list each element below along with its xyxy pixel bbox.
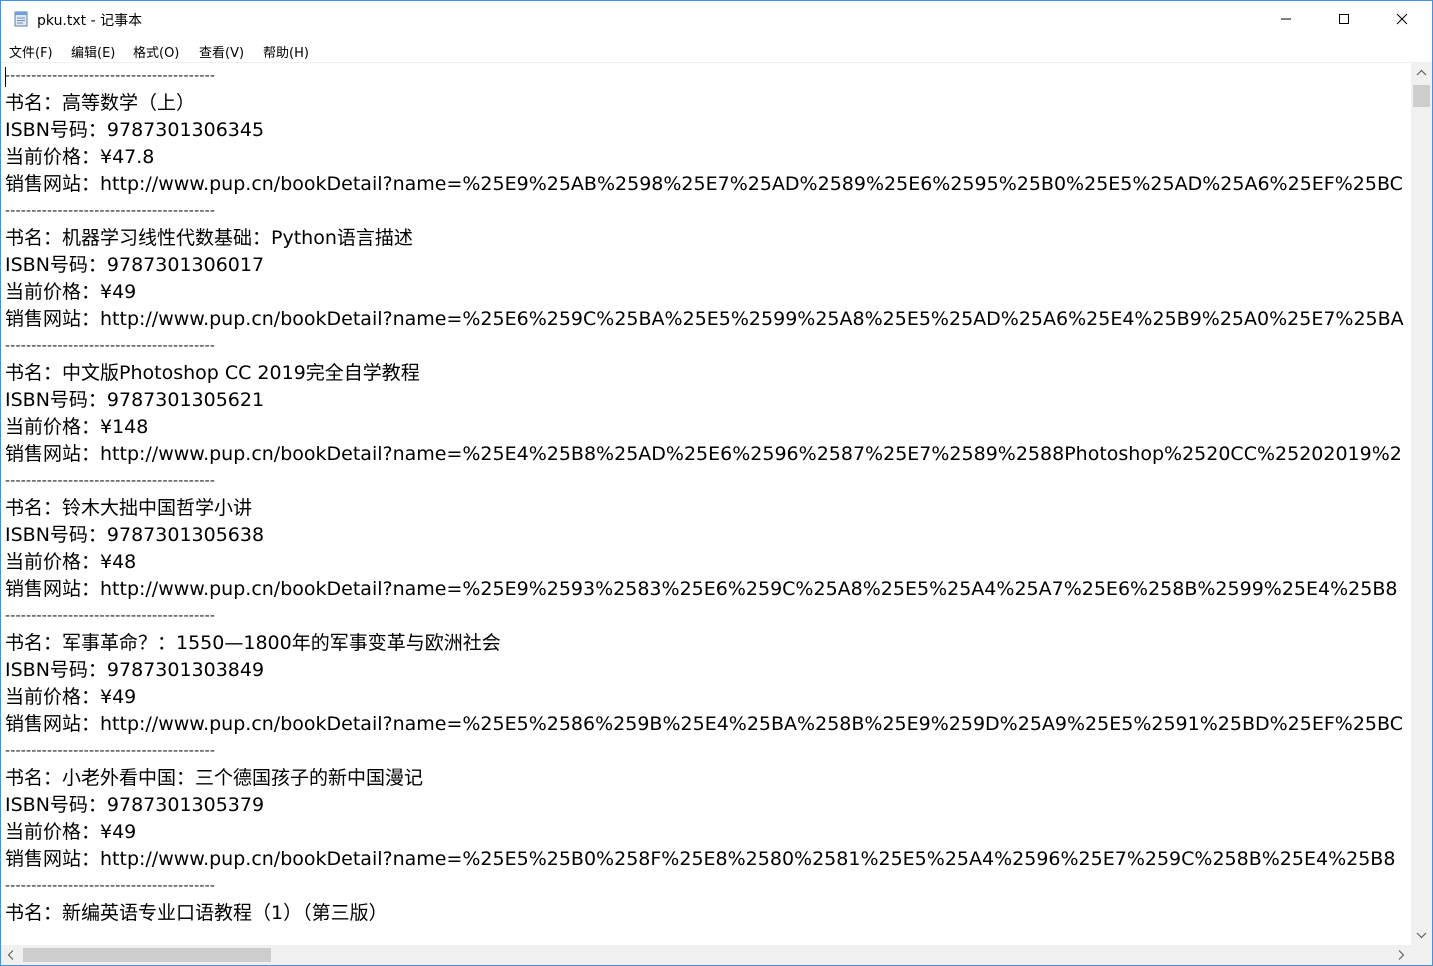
text-line: ISBN号码：9787301303849 — [5, 659, 265, 681]
text-line: 书名：新编英语专业口语教程（1）（第三版） — [5, 902, 388, 924]
text-editor[interactable]: ----------------------------------------… — [1, 63, 1411, 945]
menu-bar: 文件(F) 编辑(E) 格式(O) 查看(V) 帮助(H) — [1, 38, 1432, 63]
text-line: 书名：小老外看中国：三个德国孩子的新中国漫记 — [5, 767, 424, 789]
minimize-button[interactable] — [1258, 1, 1316, 37]
text-line: 销售网站：http://www.pup.cn/bookDetail?name=%… — [5, 443, 1402, 465]
text-line: ISBN号码：9787301306017 — [5, 254, 265, 276]
text-line: 书名：机器学习线性代数基础：Python语言描述 — [5, 227, 413, 249]
title-bar[interactable]: pku.txt - 记事本 — [1, 1, 1432, 37]
text-line: ISBN号码：9787301305621 — [5, 389, 265, 411]
text-line: ISBN号码：9787301305379 — [5, 794, 265, 816]
text-line: ISBN号码：9787301305638 — [5, 524, 265, 546]
menu-edit[interactable]: 编辑(E) — [71, 42, 115, 61]
text-line: ISBN号码：9787301306345 — [5, 119, 265, 141]
window-title: pku.txt - 记事本 — [37, 13, 143, 29]
chevron-down-icon — [1416, 932, 1427, 939]
text-line: 销售网站：http://www.pup.cn/bookDetail?name=%… — [5, 308, 1404, 330]
menu-view[interactable]: 查看(V) — [199, 42, 244, 61]
close-icon — [1396, 13, 1408, 25]
text-line: 书名：军事革命？：1550—1800年的军事变革与欧洲社会 — [5, 632, 501, 654]
text-line: 书名：铃木大拙中国哲学小讲 — [5, 497, 253, 519]
separator-line: ---------------------------------------- — [5, 203, 216, 219]
text-line: 销售网站：http://www.pup.cn/bookDetail?name=%… — [5, 848, 1396, 870]
text-line: 当前价格：¥49 — [5, 686, 137, 708]
vertical-scrollbar[interactable] — [1411, 63, 1432, 945]
separator-line: ---------------------------------------- — [5, 68, 216, 84]
separator-line: ---------------------------------------- — [5, 878, 216, 894]
horizontal-scroll-thumb[interactable] — [23, 948, 271, 962]
separator-line: ---------------------------------------- — [5, 338, 216, 354]
menu-help[interactable]: 帮助(H) — [263, 42, 309, 61]
scroll-left-button[interactable] — [1, 945, 21, 965]
scrollbar-corner — [1411, 945, 1432, 965]
document-text[interactable]: ----------------------------------------… — [5, 63, 1411, 927]
notepad-icon — [13, 11, 29, 27]
text-line: 当前价格：¥49 — [5, 281, 137, 303]
text-line: 销售网站：http://www.pup.cn/bookDetail?name=%… — [5, 173, 1403, 195]
separator-line: ---------------------------------------- — [5, 743, 216, 759]
maximize-icon — [1339, 14, 1349, 24]
text-line: 当前价格：¥148 — [5, 416, 149, 438]
notepad-window: pku.txt - 记事本 文件(F) 编辑(E) 格式(O) 查看(V) 帮助… — [0, 0, 1433, 966]
close-button[interactable] — [1374, 1, 1432, 37]
menu-format[interactable]: 格式(O) — [133, 42, 179, 61]
vertical-scroll-thumb[interactable] — [1413, 85, 1430, 107]
horizontal-scrollbar[interactable] — [1, 945, 1411, 965]
separator-line: ---------------------------------------- — [5, 608, 216, 624]
scroll-right-button[interactable] — [1391, 945, 1411, 965]
chevron-right-icon — [1398, 950, 1405, 960]
text-line: 当前价格：¥48 — [5, 551, 137, 573]
text-line: 销售网站：http://www.pup.cn/bookDetail?name=%… — [5, 578, 1398, 600]
chevron-up-icon — [1416, 69, 1427, 76]
scroll-up-button[interactable] — [1411, 63, 1432, 84]
menu-file[interactable]: 文件(F) — [9, 42, 53, 61]
maximize-button[interactable] — [1316, 1, 1374, 37]
minimize-icon — [1281, 18, 1291, 20]
text-line: 当前价格：¥49 — [5, 821, 137, 843]
scroll-down-button[interactable] — [1411, 924, 1432, 945]
text-line: 当前价格：¥47.8 — [5, 146, 155, 168]
text-line: 销售网站：http://www.pup.cn/bookDetail?name=%… — [5, 713, 1403, 735]
separator-line: ---------------------------------------- — [5, 473, 216, 489]
text-line: 书名：高等数学（上） — [5, 92, 196, 114]
chevron-left-icon — [7, 950, 14, 960]
text-line: 书名：中文版Photoshop CC 2019完全自学教程 — [5, 362, 420, 384]
